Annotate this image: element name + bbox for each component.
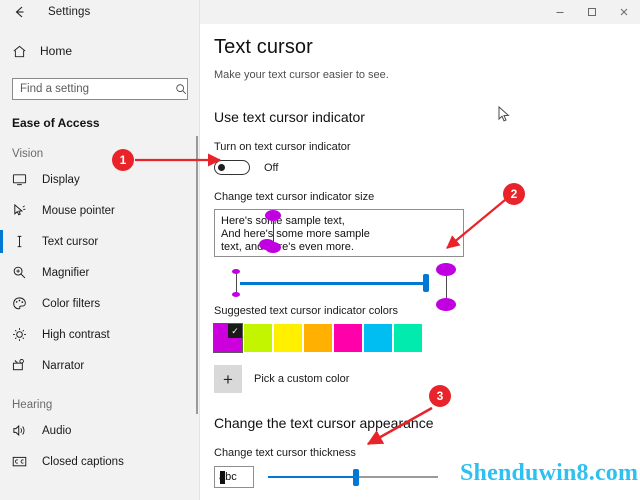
text-cursor-icon [12,232,34,252]
size-preview-small-icon [232,269,240,297]
size-large-bulb-bottom [436,298,456,311]
sidebar-item-color-filters[interactable]: Color filters [0,288,200,319]
color-swatch-magenta[interactable]: ✓ [213,323,243,353]
sidebar-item-color-filters-label: Color filters [42,297,101,310]
page-subtitle: Make your text cursor easier to see. [214,69,389,81]
text-cursor-indicator-preview: Here's some sample text, And here's some… [214,209,464,257]
plus-icon: + [223,369,233,389]
sidebar-item-closed-captions[interactable]: Closed captions [0,446,200,477]
narrator-icon [12,356,34,376]
maximize-button[interactable] [576,0,608,24]
audio-icon [12,421,34,441]
high-contrast-icon [12,325,34,345]
site-watermark: Shenduwin8.com [460,460,639,486]
pick-custom-color-label: Pick a custom color [254,373,350,385]
section-heading-use-text-cursor-indicator: Use text cursor indicator [214,109,365,125]
color-swatch-pink[interactable] [334,324,362,352]
page-title: Text cursor [214,36,313,58]
size-large-stem [445,276,447,298]
text-cursor-thickness-slider[interactable] [268,466,438,488]
magnifier-icon [12,263,34,283]
color-swatch-yellow[interactable] [274,324,302,352]
size-slider-track[interactable] [240,282,428,285]
sidebar-item-text-cursor-label: Text cursor [42,235,99,248]
closed-captions-icon [12,452,34,472]
back-arrow-icon[interactable] [0,0,40,24]
suggested-colors-list: ✓ [213,323,640,353]
close-button[interactable] [608,0,640,24]
thickness-preview-box: abc [214,466,254,488]
sidebar-item-display[interactable]: Display [0,164,200,195]
text-cursor-indicator-size-slider[interactable] [214,263,456,311]
sidebar-item-display-label: Display [42,173,80,186]
home-icon [12,44,34,59]
section-heading-change-appearance: Change the text cursor appearance [214,415,434,431]
size-small-stem [235,274,237,292]
search-input[interactable] [13,79,174,99]
thickness-slider-thumb[interactable] [353,469,359,486]
sidebar-item-audio[interactable]: Audio [0,415,200,446]
pick-custom-color-button[interactable]: + [214,365,242,393]
size-slider-thumb[interactable] [423,274,429,292]
color-swatch-cyan[interactable] [364,324,392,352]
size-large-bulb-top [436,263,456,276]
sidebar-item-mouse-pointer-label: Mouse pointer [42,204,115,217]
sidebar-item-audio-label: Audio [42,424,72,437]
thickness-slider-track-filled[interactable] [268,476,356,478]
sidebar-item-text-cursor[interactable]: Text cursor [0,226,200,257]
minimize-button[interactable] [544,0,576,24]
toggle-knob [218,164,225,171]
color-swatch-spring-green[interactable] [394,324,422,352]
color-swatch-lime[interactable] [244,324,272,352]
sidebar-item-closed-captions-label: Closed captions [42,455,124,468]
search-box[interactable] [12,78,188,100]
main-content: Text cursor Make your text cursor easier… [200,24,640,500]
sidebar-scrollbar[interactable] [196,136,198,414]
preview-line-2: And here's some more sample [221,228,370,240]
sidebar-item-mouse-pointer[interactable]: Mouse pointer [0,195,200,226]
size-preview-large-icon [436,263,456,311]
sidebar-group-vision-label: Vision [12,148,44,160]
size-small-bulb-bottom [232,292,240,297]
pick-custom-color-row: + Pick a custom color [214,365,640,393]
sidebar-item-home[interactable]: Home [0,36,200,66]
sidebar-item-magnifier-label: Magnifier [42,266,90,279]
suggested-colors-caption: Suggested text cursor indicator colors [214,305,399,317]
sidebar: Home Ease of Access Vision Display [0,24,200,500]
sidebar-group-hearing-label: Hearing [12,399,53,411]
size-slider-caption: Change text cursor indicator size [214,191,375,203]
mouse-pointer-icon [12,201,34,221]
sidebar-category-title: Ease of Access [12,116,100,130]
thickness-caption: Change text cursor thickness [214,447,356,459]
sidebar-item-magnifier[interactable]: Magnifier [0,257,200,288]
color-filters-icon [12,294,34,314]
toggle-caption: Turn on text cursor indicator [214,141,351,153]
settings-window: Settings Home Find a setting Ease of Acc… [0,0,640,500]
preview-line-3: text, and here's even more. [221,241,354,253]
sidebar-item-high-contrast[interactable]: High contrast [0,319,200,350]
window-title: Settings [48,6,91,18]
thickness-caret [220,471,225,484]
thickness-slider-track-remaining[interactable] [356,476,438,478]
title-bar: Settings [0,0,640,24]
sidebar-item-high-contrast-label: High contrast [42,328,110,341]
turn-on-text-cursor-indicator-row: Off [214,160,640,175]
turn-on-text-cursor-indicator-toggle[interactable] [214,160,250,175]
search-icon[interactable] [174,83,187,95]
color-swatch-orange[interactable] [304,324,332,352]
sidebar-item-narrator[interactable]: Narrator [0,350,200,381]
sidebar-item-home-label: Home [40,44,73,58]
preview-line-1: Here's some sample text, [221,215,345,227]
monitor-icon [12,170,34,190]
toggle-state-label: Off [264,161,279,174]
check-icon: ✓ [228,324,242,338]
sidebar-item-narrator-label: Narrator [42,359,85,372]
